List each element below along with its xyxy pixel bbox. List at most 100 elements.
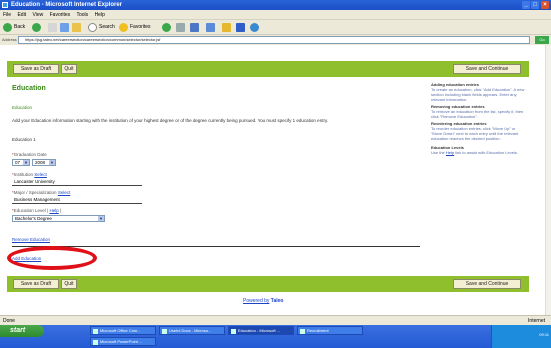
home-icon[interactable] xyxy=(72,23,81,32)
folder-icon xyxy=(300,329,305,334)
instructions-text: Add your Education information starting … xyxy=(12,118,329,123)
address-label: Address xyxy=(2,37,17,42)
search-button-label[interactable]: Search xyxy=(99,22,115,33)
page-viewport: Save as Draft Quit Save and Continue Edu… xyxy=(0,45,551,315)
taskbar-item-recruitment[interactable]: Recruitment xyxy=(297,326,363,335)
powered-by-text[interactable]: Powered by xyxy=(243,298,269,304)
section-subtitle: Education xyxy=(12,105,33,110)
search-icon[interactable] xyxy=(88,23,97,32)
menu-edit[interactable]: Edit xyxy=(17,12,26,18)
save-and-continue-button-bottom[interactable]: Save and Continue xyxy=(453,279,521,289)
major-label-text: Major / Specialization xyxy=(13,190,57,195)
institution-select-link[interactable]: Select xyxy=(34,172,47,177)
taskbar-item-office-label: Microsoft Office Com... xyxy=(100,328,141,333)
chevron-down-icon: ▼ xyxy=(49,160,55,165)
menu-help[interactable]: Help xyxy=(95,12,105,18)
save-and-continue-button-top[interactable]: Save and Continue xyxy=(453,64,521,74)
sidebar-levels-suffix: link to assist with Education Levels. xyxy=(455,150,518,155)
window-titlebar[interactable]: Education - Microsoft Internet Explorer … xyxy=(0,0,551,10)
back-button-label[interactable]: Back xyxy=(14,22,25,33)
sidebar-text-education-levels: Use the Help link to assist with Educati… xyxy=(431,150,527,155)
graduation-month-value: 07 xyxy=(15,160,21,165)
menu-favorites[interactable]: Favorites xyxy=(50,12,71,18)
ie-app-icon xyxy=(231,329,236,334)
major-select-link[interactable]: Select xyxy=(58,190,71,195)
taskbar-item-powerpoint-label: Microsoft PowerPoint ... xyxy=(100,339,143,344)
maximize-button[interactable]: □ xyxy=(531,1,539,9)
education-level-value: Bachelor's Degree xyxy=(15,216,52,221)
favorites-star-icon[interactable] xyxy=(119,23,128,32)
edit-icon[interactable] xyxy=(206,23,215,32)
menubar: File Edit View Favorites Tools Help xyxy=(0,10,551,20)
menu-tools[interactable]: Tools xyxy=(76,12,88,18)
minimize-button[interactable]: _ xyxy=(522,1,530,9)
start-button[interactable]: start xyxy=(0,325,44,337)
window-title: Education - Microsoft Internet Explorer xyxy=(11,2,123,8)
sidebar-levels-prefix: Use the xyxy=(431,150,445,155)
folder-icon[interactable] xyxy=(222,23,231,32)
close-button[interactable]: × xyxy=(541,1,549,9)
office-app-icon xyxy=(93,329,98,334)
mail-icon[interactable] xyxy=(176,23,185,32)
education-level-help-link[interactable]: Help xyxy=(49,208,58,213)
graduation-year-value: 2008 xyxy=(35,160,46,165)
graduation-date-label: *Graduation Date xyxy=(12,152,47,157)
graduation-month-select[interactable]: 07 ▼ xyxy=(12,159,30,166)
taskbar-item-education[interactable]: Education - Microsoft ... xyxy=(228,326,294,335)
browser-toolbar: Back Search Favorites xyxy=(0,20,551,35)
messenger-icon[interactable] xyxy=(236,23,245,32)
address-bar: Address https://jsg.taleo.net/careersect… xyxy=(0,35,551,45)
system-tray: 09:11 xyxy=(491,325,551,348)
institution-field[interactable]: Lancaster University xyxy=(12,179,142,186)
taleo-logo[interactable]: Taleo xyxy=(271,298,284,304)
address-input[interactable]: https://jsg.taleo.net/careersection/care… xyxy=(18,36,530,44)
taskbar: start Microsoft Office Com... Useful Doc… xyxy=(0,325,551,348)
taskbar-item-education-label: Education - Microsoft ... xyxy=(238,328,281,333)
word-app-icon xyxy=(162,329,167,334)
discuss-icon[interactable] xyxy=(250,23,259,32)
sidebar-text-removing: To remove an education from the list, sp… xyxy=(431,109,524,119)
menu-file[interactable]: File xyxy=(3,12,11,18)
powered-by-footer[interactable]: Powered by Taleo xyxy=(243,298,284,304)
chevron-down-icon: ▼ xyxy=(23,160,29,165)
graduation-year-select[interactable]: 2008 ▼ xyxy=(32,159,56,166)
menu-view[interactable]: View xyxy=(32,12,43,18)
clock[interactable]: 09:11 xyxy=(539,332,549,337)
taskbar-item-useful-docs[interactable]: Useful Docs - Microso... xyxy=(159,326,225,335)
remove-education-link[interactable]: Remove Education xyxy=(12,237,50,242)
back-arrow-icon[interactable] xyxy=(3,23,12,32)
entry-title: Education 1 xyxy=(12,137,36,142)
forward-arrow-icon[interactable] xyxy=(32,23,41,32)
stop-icon[interactable] xyxy=(48,23,57,32)
vertical-scrollbar[interactable] xyxy=(545,45,551,315)
taskbar-item-recruitment-label: Recruitment xyxy=(307,328,329,333)
print-icon[interactable] xyxy=(190,23,199,32)
ie-app-icon xyxy=(2,2,8,8)
education-level-select[interactable]: Bachelor's Degree ▼ xyxy=(12,215,105,222)
quit-button-bottom[interactable]: Quit xyxy=(61,279,77,289)
powerpoint-app-icon xyxy=(93,340,98,345)
highlight-oval xyxy=(7,246,97,270)
chevron-down-icon: ▼ xyxy=(98,216,104,221)
major-field[interactable]: Business Management xyxy=(12,197,142,204)
taskbar-item-useful-docs-label: Useful Docs - Microso... xyxy=(169,328,212,333)
institution-label-text: Institution xyxy=(13,172,34,177)
education-level-label: *Education Level | Help | xyxy=(12,208,62,213)
history-icon[interactable] xyxy=(162,23,171,32)
bottom-action-bar: Save as Draft Quit Save and Continue xyxy=(7,276,529,292)
sidebar-help-link[interactable]: Help xyxy=(446,150,454,155)
major-label: *Major / Specialization Select xyxy=(12,190,70,195)
go-button[interactable]: Go xyxy=(535,36,549,44)
favorites-button-label[interactable]: Favorites xyxy=(130,22,151,33)
save-as-draft-button-bottom[interactable]: Save as Draft xyxy=(13,279,59,289)
institution-label: *Institution Select xyxy=(12,172,47,177)
help-sidebar: Adding education entries To create an ed… xyxy=(431,82,527,155)
taskbar-item-powerpoint[interactable]: Microsoft PowerPoint ... xyxy=(90,337,156,346)
taskbar-item-office[interactable]: Microsoft Office Com... xyxy=(90,326,156,335)
sidebar-text-adding: To create an education, click "Add Educa… xyxy=(431,87,525,102)
refresh-icon[interactable] xyxy=(60,23,69,32)
web-page: Save as Draft Quit Save and Continue Edu… xyxy=(7,45,529,315)
page-title: Education xyxy=(12,85,46,92)
status-bar: Done Internet xyxy=(0,315,551,325)
education-form: Education Education Add your Education i… xyxy=(7,69,422,305)
